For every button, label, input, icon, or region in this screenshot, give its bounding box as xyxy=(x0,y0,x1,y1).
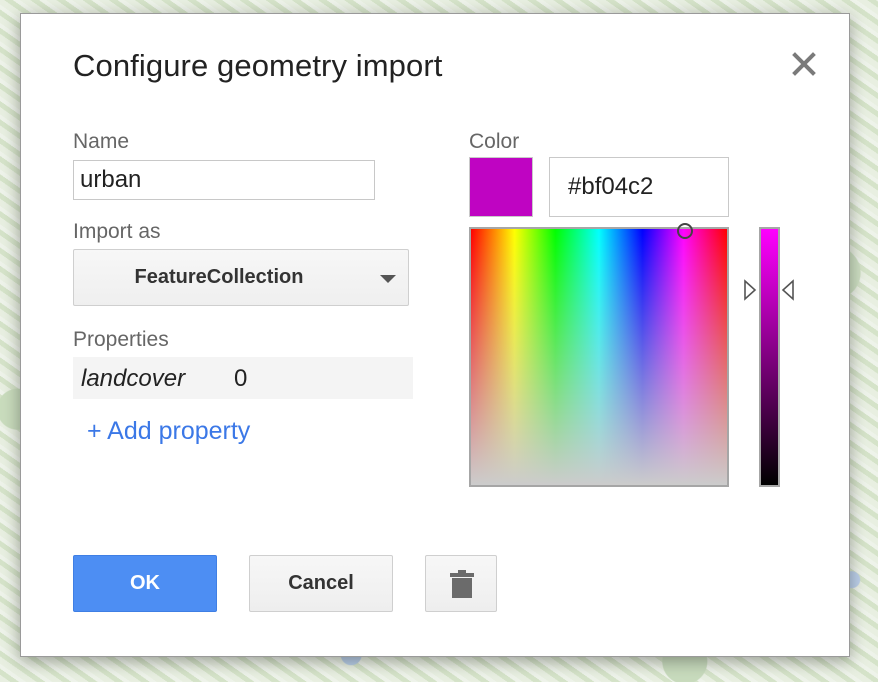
name-label: Name xyxy=(73,130,130,153)
trash-icon xyxy=(450,570,474,598)
properties-label: Properties xyxy=(73,328,169,351)
import-as-label: Import as xyxy=(73,220,161,243)
delete-button[interactable] xyxy=(425,555,497,612)
ok-button[interactable]: OK xyxy=(73,555,217,612)
value-slider-left-arrow-icon[interactable] xyxy=(743,279,757,301)
value-slider-right-arrow-icon[interactable] xyxy=(781,279,795,301)
picker-handle[interactable] xyxy=(677,223,693,239)
cancel-button[interactable]: Cancel xyxy=(249,555,393,612)
value-slider[interactable] xyxy=(759,227,780,487)
name-field[interactable] xyxy=(73,160,375,200)
import-as-select[interactable]: FeatureCollection xyxy=(73,249,409,306)
dialog-title: Configure geometry import xyxy=(73,48,443,83)
add-property-link[interactable]: + Add property xyxy=(87,417,250,446)
property-value[interactable]: 0 xyxy=(234,365,247,393)
property-key[interactable]: landcover xyxy=(81,365,185,393)
dropdown-arrow-icon xyxy=(380,275,396,283)
color-label: Color xyxy=(469,130,520,153)
configure-geometry-import-dialog: Configure geometry import Name Import as… xyxy=(20,13,850,657)
hue-saturation-picker[interactable] xyxy=(469,223,729,487)
hex-color-input[interactable] xyxy=(549,157,729,217)
close-icon[interactable] xyxy=(789,49,819,79)
color-swatch[interactable] xyxy=(469,157,533,217)
import-as-selected-value: FeatureCollection xyxy=(134,266,304,288)
property-row: landcover 0 xyxy=(73,357,413,399)
